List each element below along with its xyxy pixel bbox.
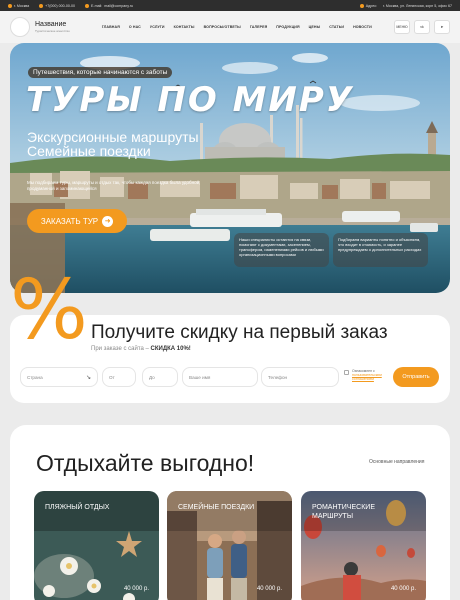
- discount-subtitle: При заказе с сайта – СКИДКА 10%!: [91, 346, 191, 352]
- section-title: Отдыхайте выгодно!: [36, 450, 255, 476]
- hero-subtitle: Экскурсионные маршруты Семейные поездки: [27, 130, 199, 158]
- hero-description: Мы подбираем туры, маршруты и отдых так,…: [27, 180, 201, 191]
- date-from-placeholder: От: [109, 374, 115, 380]
- address-label: Адрес:: [365, 3, 378, 8]
- consent-checkbox-group: Ознакомлен с пользовательским соглашение…: [344, 369, 396, 381]
- mail-icon: [85, 3, 90, 8]
- address-pin-icon: [359, 3, 364, 8]
- nav-contacts[interactable]: КОНТАКТЫ: [174, 25, 195, 29]
- phone-field[interactable]: Телефон: [261, 367, 339, 387]
- email-label: E-mail:: [91, 3, 103, 8]
- email-text[interactable]: mail@company.ru: [104, 4, 133, 8]
- logo[interactable]: [10, 17, 30, 37]
- nav-about[interactable]: О НАС: [129, 25, 141, 29]
- plane-icon: ↘: [85, 374, 91, 381]
- phone-icon: [39, 3, 44, 8]
- discount-subtitle-text: При заказе с сайта –: [91, 346, 149, 352]
- telegram-icon[interactable]: ➤: [434, 20, 450, 34]
- order-tour-label: ЗАКАЗАТЬ ТУР: [40, 216, 99, 226]
- hero-subtitle-line-2: Семейные поездки: [27, 143, 151, 159]
- info-card-support: Наши специалисты остаются на связи, помо…: [234, 233, 329, 267]
- name-field[interactable]: Ваше имя: [182, 367, 258, 387]
- hero-banner: Путешествия, которые начинаются с заботы…: [10, 43, 450, 293]
- info-card-pricing: Подбираем варианты понятно и объясняем, …: [333, 233, 428, 267]
- date-to-placeholder: До: [149, 374, 155, 380]
- email-info[interactable]: E-mail: mail@company.ru: [85, 3, 133, 8]
- city-text: г. Москва: [14, 3, 30, 8]
- hero-tagline: Путешествия, которые начинаются с заботы: [28, 67, 173, 78]
- nav-services[interactable]: УСЛУГИ: [150, 25, 165, 29]
- card-title: ПЛЯЖНЫЙ ОТДЫХ: [45, 504, 110, 511]
- card-romantic[interactable]: РОМАНТИЧЕСКИЕ МАРШРУТЫ 40 000 р.: [301, 491, 426, 600]
- nav-articles[interactable]: СТАТЬИ: [329, 25, 344, 29]
- address-info: Адрес: г. Москва, ул. Ленинская, корп 5,…: [359, 3, 452, 8]
- consent-checkbox[interactable]: [344, 370, 349, 375]
- hero-subtitle-line-1: Экскурсионные маршруты: [27, 129, 199, 145]
- menu-button[interactable]: МЕНЮ: [394, 20, 410, 34]
- card-beach[interactable]: ПЛЯЖНЫЙ ОТДЫХ 40 000 р.: [34, 491, 159, 600]
- card-family[interactable]: СЕМЕЙНЫЕ ПОЕЗДКИ 40 000 р.: [167, 491, 292, 600]
- hero-title: ТУРЫ ПО МИРУ: [26, 80, 355, 120]
- vk-icon[interactable]: vk: [414, 20, 430, 34]
- discount-value: СКИДКА 10%!: [150, 346, 191, 352]
- country-field[interactable]: Страна ↘: [20, 367, 98, 387]
- phone-placeholder: Телефон: [268, 374, 288, 380]
- send-button[interactable]: Отправить: [393, 367, 439, 387]
- phone-text[interactable]: +7(000) 000-00-00: [45, 4, 75, 8]
- phone-info[interactable]: +7(000) 000-00-00: [39, 3, 75, 8]
- date-from-field[interactable]: От: [102, 367, 136, 387]
- nav-gallery[interactable]: ГАЛЕРЕЯ: [250, 25, 267, 29]
- country-placeholder: Страна: [27, 374, 43, 380]
- card-price: 40 000 р.: [256, 586, 282, 592]
- nav-faq[interactable]: ВОПРОСЫ/ОТВЕТЫ: [204, 25, 241, 29]
- nav-news[interactable]: НОВОСТИ: [353, 25, 372, 29]
- name-placeholder: Ваше имя: [189, 374, 211, 380]
- date-to-field[interactable]: До: [142, 367, 178, 387]
- location-icon: [8, 3, 12, 8]
- address-text: г. Москва, ул. Ленинская, корп 5, офис 6…: [383, 3, 452, 8]
- nav-prices[interactable]: ЦЕНЫ: [309, 25, 321, 29]
- order-tour-button[interactable]: ЗАКАЗАТЬ ТУР ➜: [27, 209, 127, 233]
- arrow-right-icon: ➜: [102, 215, 114, 227]
- brand-name: Название: [35, 21, 67, 28]
- brand-subtitle: Туристическое агентство: [35, 29, 70, 33]
- main-nav: ГЛАВНАЯ О НАС УСЛУГИ КОНТАКТЫ ВОПРОСЫ/ОТ…: [102, 25, 372, 29]
- brand: Название Туристическое агентство: [35, 21, 70, 33]
- site-header: Название Туристическое агентство ГЛАВНАЯ…: [0, 11, 460, 43]
- top-bar: г. Москва +7(000) 000-00-00 E-mail: mail…: [0, 0, 460, 11]
- city-info: г. Москва: [8, 3, 30, 8]
- percent-symbol: %: [10, 263, 88, 358]
- nav-home[interactable]: ГЛАВНАЯ: [102, 25, 120, 29]
- card-price: 40 000 р.: [390, 586, 416, 592]
- nav-products[interactable]: ПРОДУКЦИЯ: [276, 25, 299, 29]
- header-buttons: МЕНЮ vk ➤: [394, 20, 450, 34]
- discount-title: Получите скидку на первый заказ: [91, 322, 388, 343]
- card-title: РОМАНТИЧЕСКИЕ МАРШРУТЫ: [312, 504, 375, 520]
- consent-text: Ознакомлен с пользовательским соглашение…: [352, 369, 396, 381]
- card-price: 40 000 р.: [123, 586, 149, 592]
- card-title: СЕМЕЙНЫЕ ПОЕЗДКИ: [178, 504, 255, 511]
- main-directions-link[interactable]: Основные направления: [369, 459, 424, 465]
- user-agreement-link[interactable]: пользовательским соглашением: [352, 373, 382, 381]
